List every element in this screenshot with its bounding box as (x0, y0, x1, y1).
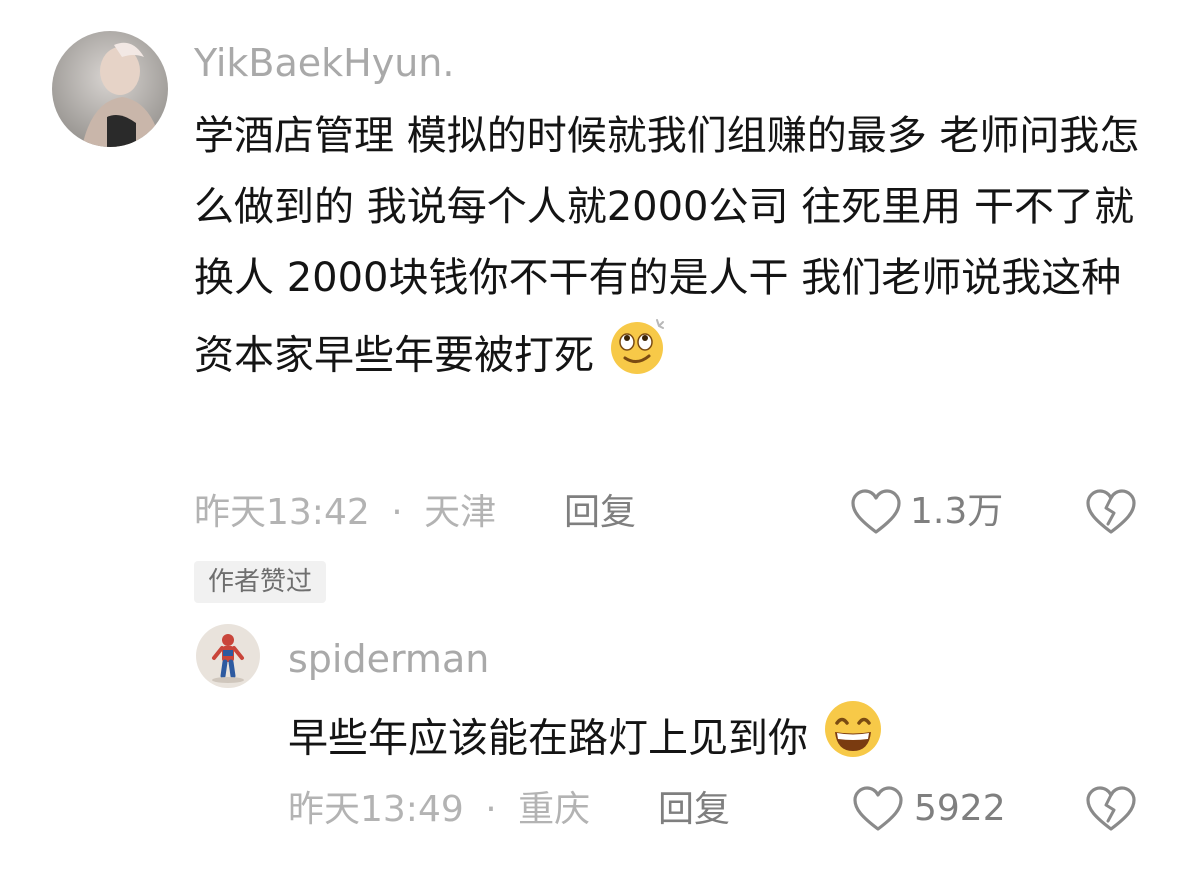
reply-dislike-button[interactable] (1085, 785, 1137, 833)
comment-text-block: 学酒店管理 模拟的时候就我们组赚的最多 老师问我怎么做到的 我说每个人就2000… (194, 101, 1149, 401)
comment-username[interactable]: YikBaekHyun. (194, 41, 454, 85)
comment-reply-button[interactable]: 回复 (564, 492, 636, 534)
reply-like-button[interactable]: 5922 (852, 785, 1006, 833)
grinning-emoji-icon (821, 697, 885, 784)
broken-heart-icon (1085, 489, 1137, 540)
author-liked-badge: 作者赞过 (194, 561, 327, 603)
meta-separator: · (391, 492, 403, 533)
comment-like-count: 1.3万 (910, 491, 1004, 532)
reply-time: 昨天13:49 (288, 789, 464, 830)
reply-avatar[interactable] (196, 624, 260, 688)
comment-dislike-button[interactable] (1085, 488, 1137, 536)
comment-meta: 昨天13:42 · 天津 (194, 492, 496, 534)
reply-text-block: 早些年应该能在路灯上见到你 (288, 697, 1148, 784)
broken-heart-icon (1085, 786, 1137, 837)
reply-reply-button[interactable]: 回复 (658, 789, 730, 831)
heart-icon (850, 488, 902, 536)
comment-location: 天津 (424, 492, 497, 533)
reply-username[interactable]: spiderman (288, 637, 489, 681)
heart-icon (852, 785, 904, 833)
reply-meta: 昨天13:49 · 重庆 (288, 789, 590, 831)
comment-avatar[interactable] (52, 31, 168, 147)
avatar-photo (52, 31, 168, 147)
comment-like-button[interactable]: 1.3万 (850, 488, 1003, 536)
avatar-photo (196, 624, 260, 688)
reply-like-count: 5922 (914, 788, 1006, 829)
rolling-eyes-emoji-icon (607, 314, 671, 401)
meta-separator: · (485, 789, 497, 830)
reply-text: 早些年应该能在路灯上见到你 (288, 715, 808, 762)
comment-time: 昨天13:42 (194, 492, 370, 533)
reply-location: 重庆 (518, 789, 591, 830)
